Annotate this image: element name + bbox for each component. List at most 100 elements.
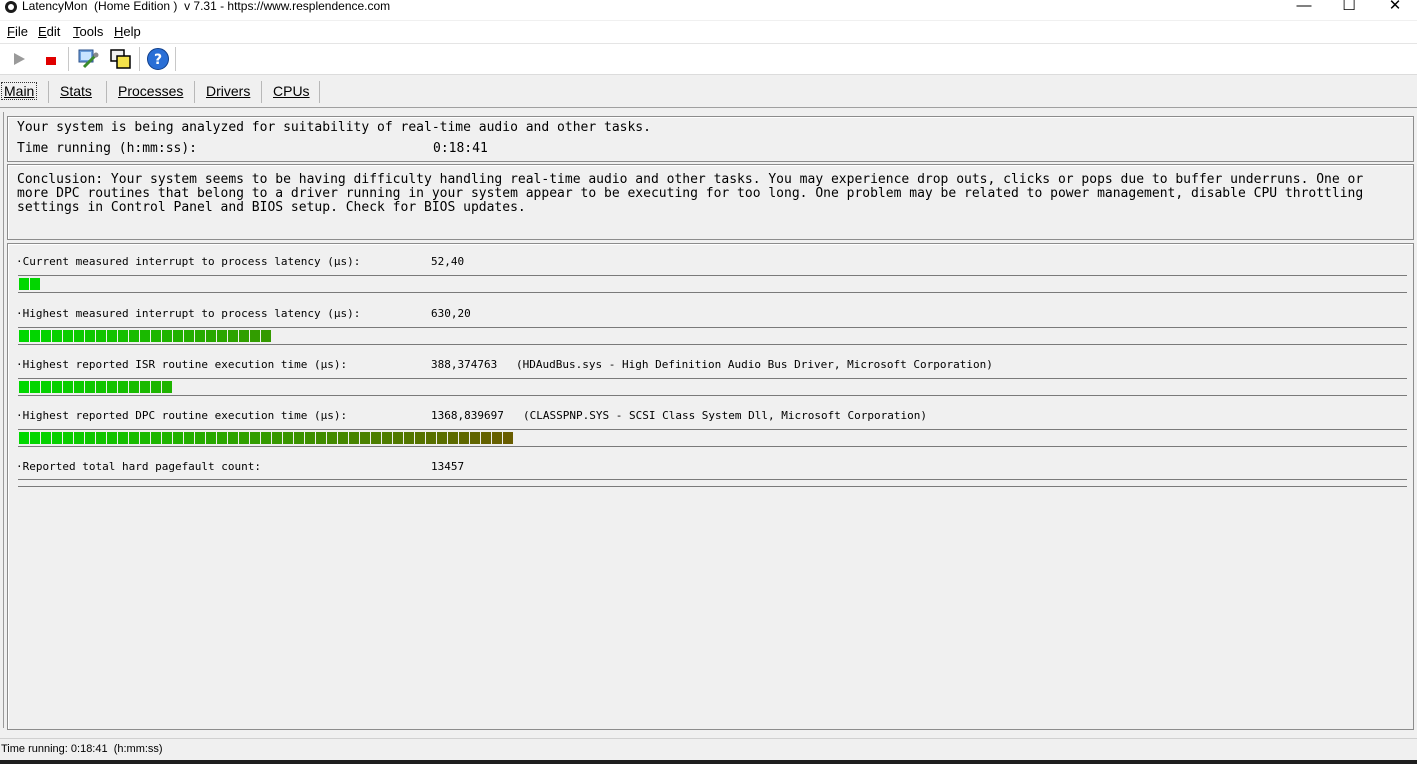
menu-help-label: elp — [123, 24, 141, 39]
bar-segment — [85, 432, 95, 444]
app-icon — [5, 1, 17, 13]
title-bar: LatencyMon (Home Edition ) v 7.31 - http… — [0, 0, 1417, 20]
help-icon: ? — [147, 48, 169, 70]
bar-segment — [162, 381, 172, 393]
bar-segment — [74, 432, 84, 444]
tab-separator — [48, 81, 49, 103]
taskbar-edge — [0, 760, 1417, 764]
bar-segment — [19, 432, 29, 444]
bar-segment — [129, 381, 139, 393]
conclusion-panel: Conclusion: Your system seems to be havi… — [7, 164, 1414, 240]
close-button[interactable]: ✕ — [1372, 0, 1417, 16]
menu-edit-accel: E — [38, 24, 47, 39]
bar-segment — [63, 432, 73, 444]
bar-segment — [327, 432, 337, 444]
bar-segment — [393, 432, 403, 444]
tab-bar: Main Stats Processes Drivers CPUs — [0, 76, 1417, 108]
metric-current-latency-bar — [18, 275, 1407, 293]
bar-segment — [85, 381, 95, 393]
bar-segment — [85, 330, 95, 342]
bar-segment — [74, 381, 84, 393]
bar-segment — [382, 432, 392, 444]
metric-isr-value: 388,374763 — [431, 358, 498, 371]
bar-segment — [349, 432, 359, 444]
bar-segment — [19, 330, 29, 342]
metric-isr-driver: (HDAudBus.sys - High Definition Audio Bu… — [516, 358, 993, 371]
bar-segment — [338, 432, 348, 444]
bar-segment — [470, 432, 480, 444]
windows-button[interactable] — [109, 47, 133, 71]
bar-segment — [151, 330, 161, 342]
bar-segment — [305, 432, 315, 444]
bar-segment — [107, 330, 117, 342]
bar-segment — [30, 278, 40, 290]
menu-file-label: ile — [14, 24, 28, 39]
bar-segment — [52, 330, 62, 342]
tab-drivers[interactable]: Drivers — [206, 83, 250, 99]
bar-segment — [272, 432, 282, 444]
time-running-label: Time running (h:mm:ss): — [17, 141, 198, 156]
bar-segment — [151, 432, 161, 444]
bar-segment — [74, 330, 84, 342]
metric-isr-label: ·Highest reported ISR routine execution … — [16, 358, 348, 371]
bar-segment — [52, 381, 62, 393]
bar-segment — [261, 432, 271, 444]
menu-help[interactable]: Help — [114, 24, 141, 39]
bar-segment — [371, 432, 381, 444]
tab-processes[interactable]: Processes — [118, 83, 183, 99]
tab-separator — [319, 81, 320, 103]
menu-edit[interactable]: Edit — [38, 24, 60, 39]
bar-segment — [217, 330, 227, 342]
menu-tools[interactable]: Tools — [73, 24, 103, 39]
bar-segment — [162, 330, 172, 342]
metric-pagefault-label: ·Reported total hard pagefault count: — [16, 460, 262, 473]
bar-segment — [96, 432, 106, 444]
bar-segment — [118, 381, 128, 393]
drivers-button[interactable] — [76, 47, 100, 71]
bar-segment — [52, 432, 62, 444]
help-button[interactable]: ? — [146, 47, 170, 71]
maximize-button[interactable]: ☐ — [1326, 0, 1372, 16]
bar-fill — [19, 432, 514, 444]
bar-segment — [30, 330, 40, 342]
minimize-button[interactable]: — — [1281, 0, 1327, 16]
bar-segment — [96, 330, 106, 342]
bar-segment — [316, 432, 326, 444]
bar-segment — [228, 330, 238, 342]
bar-segment — [140, 330, 150, 342]
tab-stats[interactable]: Stats — [60, 83, 92, 99]
bar-segment — [107, 381, 117, 393]
status-text: Time running: 0:18:41 (h:mm:ss) — [1, 743, 163, 755]
menu-help-accel: H — [114, 24, 124, 39]
play-button[interactable] — [8, 47, 32, 71]
metrics-panel: ·Current measured interrupt to process l… — [7, 243, 1414, 730]
bar-segment — [173, 330, 183, 342]
bar-segment — [503, 432, 513, 444]
bar-segment — [217, 432, 227, 444]
svg-text:?: ? — [154, 52, 162, 68]
bar-fill — [19, 330, 272, 342]
bar-segment — [250, 330, 260, 342]
bar-segment — [404, 432, 414, 444]
bar-segment — [151, 381, 161, 393]
main-tab-content: Your system is being analyzed for suitab… — [3, 112, 1414, 730]
tab-main[interactable]: Main — [1, 82, 38, 100]
toolbar-separator — [68, 47, 69, 71]
bar-segment — [415, 432, 425, 444]
analysis-panel: Your system is being analyzed for suitab… — [7, 116, 1414, 162]
bar-segment — [195, 432, 205, 444]
menu-file[interactable]: File — [7, 24, 28, 39]
stop-icon — [46, 57, 56, 65]
tab-cpus[interactable]: CPUs — [273, 83, 310, 99]
metric-dpc-label: ·Highest reported DPC routine execution … — [16, 409, 348, 422]
bar-segment — [206, 432, 216, 444]
bar-segment — [239, 432, 249, 444]
bar-segment — [283, 432, 293, 444]
metric-highest-latency-value: 630,20 — [431, 307, 471, 320]
bar-segment — [459, 432, 469, 444]
drivers-icon — [78, 49, 99, 69]
toolbar: ? — [0, 44, 1417, 75]
toolbar-separator — [175, 47, 176, 71]
stop-button[interactable] — [39, 47, 63, 71]
bar-segment — [30, 432, 40, 444]
